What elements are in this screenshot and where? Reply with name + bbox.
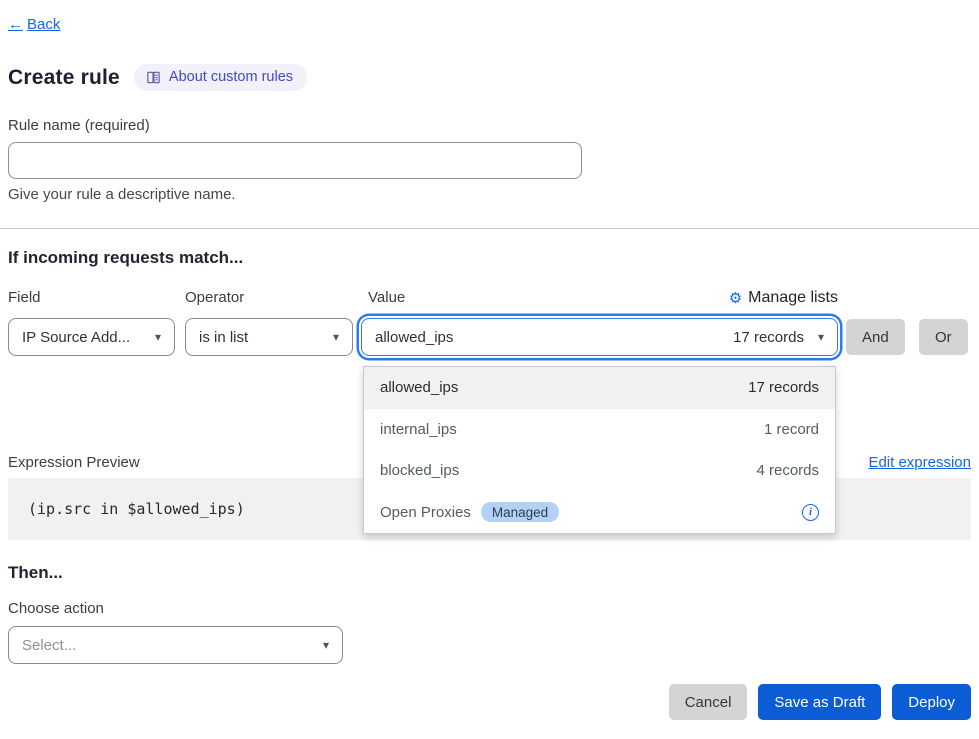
list-item-count: 17 records: [748, 379, 819, 396]
page-title: Create rule: [8, 66, 120, 90]
field-select[interactable]: IP Source Add... ▾: [8, 318, 175, 356]
operator-select[interactable]: is in list ▾: [185, 318, 353, 356]
list-item-open-proxies[interactable]: Open Proxies Managed i: [364, 492, 835, 534]
value-select-value: allowed_ips: [375, 329, 453, 346]
about-custom-rules-label: About custom rules: [169, 69, 293, 85]
about-custom-rules-link[interactable]: About custom rules: [134, 64, 307, 91]
action-select[interactable]: Select... ▾: [8, 626, 343, 664]
list-item-name: blocked_ips: [380, 462, 459, 479]
save-as-draft-button[interactable]: Save as Draft: [758, 684, 881, 720]
operator-select-value: is in list: [199, 329, 248, 346]
chevron-down-icon: ▾: [818, 331, 824, 343]
title-row: Create rule About custom rules: [8, 64, 307, 91]
list-item-count: 4 records: [756, 462, 819, 479]
gear-icon: ⚙: [729, 289, 742, 307]
list-item-name: allowed_ips: [380, 379, 458, 396]
or-button[interactable]: Or: [919, 319, 968, 355]
managed-badge: Managed: [481, 502, 559, 522]
match-section-heading: If incoming requests match...: [8, 248, 243, 268]
back-link-label: Back: [27, 16, 60, 33]
deploy-button[interactable]: Deploy: [892, 684, 971, 720]
field-select-value: IP Source Add...: [22, 329, 130, 346]
value-select[interactable]: allowed_ips 17 records ▾: [361, 318, 838, 356]
rule-name-input[interactable]: [8, 142, 582, 179]
info-icon[interactable]: i: [802, 504, 819, 521]
chevron-down-icon: ▾: [333, 331, 339, 343]
create-rule-page: ←Back Create rule About custom rules Rul…: [0, 0, 979, 739]
list-item-name: internal_ips: [380, 421, 457, 438]
rule-name-label: Rule name (required): [8, 117, 150, 134]
value-label: Value: [368, 289, 405, 306]
rule-name-helper: Give your rule a descriptive name.: [8, 186, 236, 203]
choose-action-label: Choose action: [8, 600, 104, 617]
cancel-button[interactable]: Cancel: [669, 684, 748, 720]
list-item-name: Open Proxies: [380, 504, 471, 521]
edit-expression-link[interactable]: Edit expression: [868, 454, 971, 471]
list-item-allowed-ips[interactable]: allowed_ips 17 records: [364, 367, 835, 409]
manage-lists-label: Manage lists: [748, 289, 838, 307]
action-select-placeholder: Select...: [22, 637, 76, 654]
then-section-heading: Then...: [8, 563, 63, 583]
value-select-count: 17 records: [733, 329, 804, 346]
back-link[interactable]: ←Back: [8, 16, 60, 33]
expression-preview-label: Expression Preview: [8, 454, 140, 471]
chevron-down-icon: ▾: [323, 639, 329, 651]
operator-label: Operator: [185, 289, 244, 306]
list-item-blocked-ips[interactable]: blocked_ips 4 records: [364, 450, 835, 492]
field-label: Field: [8, 289, 41, 306]
and-button[interactable]: And: [846, 319, 905, 355]
list-item-count: 1 record: [764, 421, 819, 438]
manage-lists-link[interactable]: ⚙ Manage lists: [729, 289, 838, 307]
footer-actions: Cancel Save as Draft Deploy: [0, 684, 971, 720]
list-dropdown-menu: allowed_ips 17 records internal_ips 1 re…: [363, 366, 836, 534]
section-divider: [0, 228, 979, 229]
list-item-internal-ips[interactable]: internal_ips 1 record: [364, 409, 835, 451]
chevron-down-icon: ▾: [155, 331, 161, 343]
book-icon: [146, 70, 161, 85]
back-arrow-icon: ←: [8, 16, 23, 33]
expression-code: (ip.src in $allowed_ips): [28, 500, 245, 518]
